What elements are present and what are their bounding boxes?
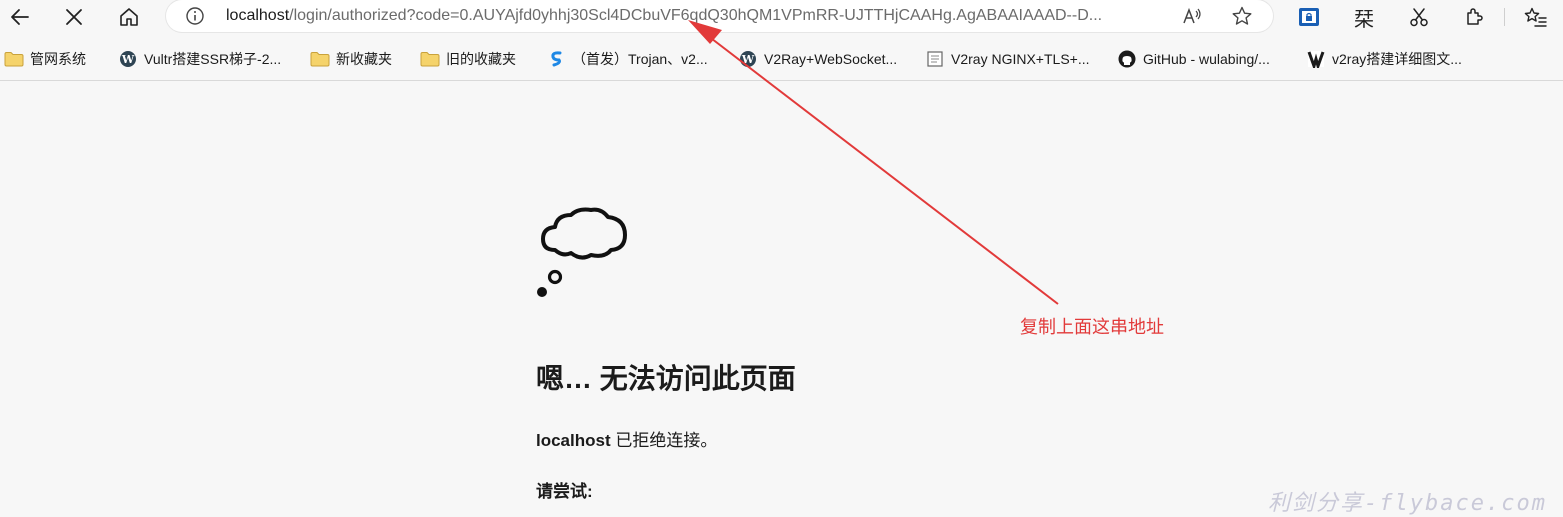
site-info-button[interactable] <box>184 5 206 27</box>
bookmark-label: v2ray搭建详细图文... <box>1332 51 1462 67</box>
folder-icon <box>420 50 440 68</box>
bookmark-label: 管网系统 <box>30 51 86 67</box>
error-title: 嗯… 无法访问此页面 <box>536 363 796 394</box>
folder-icon <box>4 50 24 68</box>
puzzle-icon <box>1467 8 1483 25</box>
home-icon <box>120 8 138 26</box>
extension-char-label: 栞 <box>1354 6 1374 31</box>
bookmarks-bar: 管网系统 W Vultr搭建SSR梯子-2... 新收藏夹 旧的收藏夹 （首发）… <box>0 38 1563 81</box>
back-button[interactable] <box>4 2 36 32</box>
watermark: 利剑分享-flybace.com <box>1268 491 1547 516</box>
s-logo-icon <box>546 50 566 68</box>
bookmark-label: （首发）Trojan、v2... <box>572 51 708 67</box>
bookmark-label: V2ray NGINX+TLS+... <box>951 51 1090 67</box>
bookmark-item[interactable]: v2ray搭建详细图文... <box>1306 48 1462 70</box>
favorites-list-icon <box>1524 7 1547 27</box>
error-message: 已拒绝连接。 <box>610 431 718 450</box>
svg-text:W: W <box>741 53 755 66</box>
extension-lock-button[interactable] <box>1293 2 1325 32</box>
read-aloud-button[interactable] <box>1180 4 1204 28</box>
home-button[interactable] <box>113 2 145 32</box>
extensions-button[interactable] <box>1458 2 1490 32</box>
shield-lock-icon <box>1299 8 1319 26</box>
extension-char-button[interactable]: 栞 <box>1348 2 1380 32</box>
wordpress-icon: W <box>118 50 138 68</box>
bookmark-item[interactable]: （首发）Trojan、v2... <box>546 48 708 70</box>
bookmark-item[interactable]: W Vultr搭建SSR梯子-2... <box>118 48 281 70</box>
favorites-button[interactable] <box>1520 2 1552 32</box>
bookmark-item[interactable]: 旧的收藏夹 <box>420 48 516 70</box>
error-detail: localhost 已拒绝连接。 <box>536 426 717 451</box>
bookmark-label: 旧的收藏夹 <box>446 51 516 67</box>
folder-icon <box>310 50 330 68</box>
bookmark-item[interactable]: 管网系统 <box>4 48 86 70</box>
url-path: /login/authorized?code=0.AUYAjfd0yhhj30S… <box>289 7 1103 24</box>
address-bar[interactable]: localhost/login/authorized?code=0.AUYAjf… <box>166 0 1273 32</box>
arrow-left-icon <box>11 9 29 25</box>
annotation-label: 复制上面这串地址 <box>1020 317 1164 337</box>
bookmark-label: GitHub - wulabing/... <box>1143 51 1270 67</box>
url-host: localhost <box>226 7 290 24</box>
bookmark-item[interactable]: W V2Ray+WebSocket... <box>738 48 897 70</box>
error-page: 嗯… 无法访问此页面 localhost 已拒绝连接。 请尝试: <box>0 81 1563 511</box>
bookmark-item[interactable]: V2ray NGINX+TLS+... <box>925 48 1090 70</box>
close-icon <box>66 9 82 25</box>
bookmark-label: 新收藏夹 <box>336 51 392 67</box>
url-text[interactable]: localhost/login/authorized?code=0.AUYAjf… <box>226 6 1166 26</box>
read-aloud-icon <box>1183 7 1201 24</box>
try-label: 请尝试: <box>536 482 593 501</box>
star-icon <box>1232 6 1252 25</box>
page-icon <box>925 50 945 68</box>
thought-cloud-icon <box>537 207 627 297</box>
error-host: localhost <box>536 431 611 450</box>
favorite-button[interactable] <box>1230 4 1254 28</box>
bookmark-item[interactable]: 新收藏夹 <box>310 48 392 70</box>
github-icon <box>1117 50 1137 68</box>
bookmark-label: V2Ray+WebSocket... <box>764 51 898 67</box>
info-icon <box>186 7 204 25</box>
screenshot-button[interactable] <box>1403 2 1435 32</box>
bookmark-item[interactable]: GitHub - wulabing/... <box>1117 48 1270 70</box>
wordpress-icon: W <box>738 50 758 68</box>
scissors-icon <box>1410 8 1428 27</box>
v2-logo-icon <box>1306 50 1326 68</box>
svg-text:W: W <box>121 53 135 66</box>
bookmark-label: Vultr搭建SSR梯子-2... <box>144 51 282 67</box>
browser-toolbar: localhost/login/authorized?code=0.AUYAjf… <box>0 0 1563 38</box>
stop-button[interactable] <box>58 2 90 32</box>
toolbar-divider <box>1504 8 1505 26</box>
